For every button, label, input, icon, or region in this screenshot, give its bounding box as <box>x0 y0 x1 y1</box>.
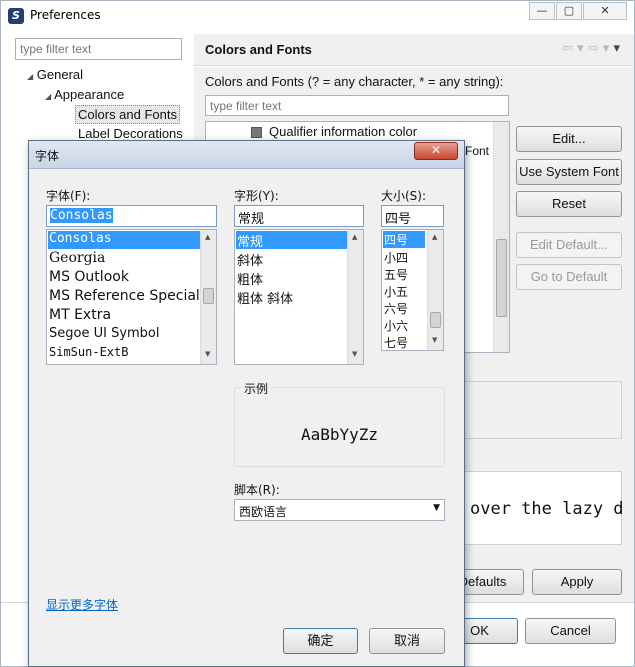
scroll-down-icon[interactable]: ▼ <box>205 350 210 358</box>
sample-label: 示例 <box>241 380 272 397</box>
font-label: 字体(F): <box>46 189 91 203</box>
expanded-icon[interactable]: ◢ <box>45 92 51 101</box>
color-swatch <box>251 127 262 138</box>
style-list-scrollbar[interactable]: ▲ ▼ <box>347 230 363 364</box>
size-item[interactable]: 小四 <box>384 249 408 266</box>
colors-filter-input[interactable] <box>205 95 509 116</box>
scroll-up-icon[interactable]: ▲ <box>352 233 357 241</box>
apply-button[interactable]: Apply <box>532 569 622 595</box>
scrollbar-thumb[interactable] <box>430 312 441 328</box>
font-item[interactable]: Georgia <box>49 250 199 266</box>
size-item[interactable]: 七号 <box>384 334 408 350</box>
font-item[interactable]: MS Reference Specialty <box>49 288 199 304</box>
style-item[interactable]: 粗体 斜体 <box>237 288 293 307</box>
go-to-default-button[interactable]: Go to Default <box>516 264 622 290</box>
page-nav: ⇦ ▾ ⇨ ▾ ▾ <box>562 41 620 56</box>
size-list-scrollbar[interactable]: ▲ ▼ <box>427 230 443 350</box>
tree-scrollbar[interactable] <box>493 122 509 352</box>
size-item[interactable]: 六号 <box>384 300 408 317</box>
font-preview-text: over the lazy d <box>470 499 624 519</box>
tree-item-general[interactable]: ◢ General <box>27 67 83 82</box>
reset-button[interactable]: Reset <box>516 191 622 217</box>
style-item[interactable]: 粗体 <box>237 269 263 288</box>
font-dialog-titlebar: 字体 ✕ <box>29 141 464 169</box>
cancel-button[interactable]: Cancel <box>525 618 616 644</box>
use-system-font-button[interactable]: Use System Font <box>516 159 622 185</box>
font-list[interactable]: Consolas Georgia MS Outlook MS Reference… <box>46 229 217 365</box>
size-item[interactable]: 小五 <box>384 283 408 300</box>
sample-text: AaBbYyZz <box>300 425 379 444</box>
tree-item-label-decorations[interactable]: Label Decorations <box>78 126 183 141</box>
title-bar: S Preferences — ▢ ✕ <box>1 1 634 29</box>
forward-menu-icon[interactable]: ▾ <box>603 41 610 56</box>
font-dialog-title: 字体 <box>35 149 60 163</box>
style-item[interactable]: 常规 <box>236 231 347 249</box>
font-ok-button[interactable]: 确定 <box>283 628 358 654</box>
scroll-up-icon[interactable]: ▲ <box>205 233 210 241</box>
sidebar-filter-input[interactable] <box>15 38 182 60</box>
edit-button[interactable]: Edit... <box>516 126 622 152</box>
style-item[interactable]: 斜体 <box>237 250 263 269</box>
tree-item-qualifier-color[interactable]: Qualifier information color <box>269 124 417 139</box>
font-item[interactable]: Consolas <box>48 231 200 249</box>
page-description: Colors and Fonts (? = any character, * =… <box>205 74 504 89</box>
font-item[interactable]: SimSun-ExtB <box>49 345 199 359</box>
edit-default-button[interactable]: Edit Default... <box>516 232 622 258</box>
size-label: 大小(S): <box>381 189 427 203</box>
tree-item-colors-and-fonts[interactable]: Colors and Fonts <box>75 105 180 124</box>
scroll-up-icon[interactable]: ▲ <box>432 233 437 241</box>
font-dialog: 字体 ✕ 字体(F): Consolas Consolas Georgia MS… <box>28 140 465 667</box>
size-item[interactable]: 五号 <box>384 266 408 283</box>
font-style-input[interactable]: 常规 <box>234 205 364 227</box>
font-list-scrollbar[interactable]: ▲ ▼ <box>200 230 216 364</box>
font-name-value: Consolas <box>50 208 113 223</box>
page-header: Colors and Fonts ⇦ ▾ ⇨ ▾ ▾ <box>194 34 634 66</box>
page-title: Colors and Fonts <box>205 42 312 57</box>
back-icon[interactable]: ⇦ <box>562 41 573 56</box>
app-icon: S <box>8 8 24 24</box>
show-more-fonts-link[interactable]: 显示更多字体 <box>46 596 118 613</box>
font-cancel-button[interactable]: 取消 <box>369 628 445 654</box>
script-select[interactable]: 西欧语言 ▼ <box>234 499 445 521</box>
close-button[interactable]: ✕ <box>583 2 627 20</box>
font-dialog-close-button[interactable]: ✕ <box>414 142 458 160</box>
tree-item-partial: Font <box>465 144 490 158</box>
expanded-icon[interactable]: ◢ <box>27 72 33 81</box>
maximize-button[interactable]: ▢ <box>556 2 582 20</box>
font-size-list[interactable]: 四号 小四 五号 小五 六号 小六 七号 ▲ ▼ <box>381 229 444 351</box>
tree-item-appearance[interactable]: ◢ Appearance <box>45 87 124 102</box>
style-label: 字形(Y): <box>234 189 279 203</box>
font-size-input[interactable]: 四号 <box>381 205 444 227</box>
window-title: Preferences <box>30 8 101 22</box>
minimize-button[interactable]: — <box>529 2 555 20</box>
font-name-input[interactable]: Consolas <box>46 205 217 227</box>
scroll-down-icon[interactable]: ▼ <box>352 350 357 358</box>
size-item[interactable]: 四号 <box>383 231 425 248</box>
scrollbar-thumb[interactable] <box>203 288 214 304</box>
forward-icon[interactable]: ⇨ <box>588 41 599 56</box>
chevron-down-icon[interactable]: ▼ <box>433 503 440 513</box>
font-item[interactable]: Segoe UI Symbol <box>49 326 199 341</box>
size-item[interactable]: 小六 <box>384 317 408 334</box>
view-menu-icon[interactable]: ▾ <box>613 41 620 56</box>
script-label: 脚本(R): <box>234 483 280 497</box>
scroll-down-icon[interactable]: ▼ <box>432 336 437 344</box>
back-menu-icon[interactable]: ▾ <box>577 41 584 56</box>
sample-group: 示例 AaBbYyZz <box>234 380 445 467</box>
scrollbar-thumb[interactable] <box>496 239 507 317</box>
font-style-list[interactable]: 常规 斜体 粗体 粗体 斜体 ▲ ▼ <box>234 229 364 365</box>
font-item[interactable]: MS Outlook <box>49 269 199 285</box>
font-item[interactable]: MT Extra <box>49 307 199 323</box>
script-value: 西欧语言 <box>239 505 288 519</box>
